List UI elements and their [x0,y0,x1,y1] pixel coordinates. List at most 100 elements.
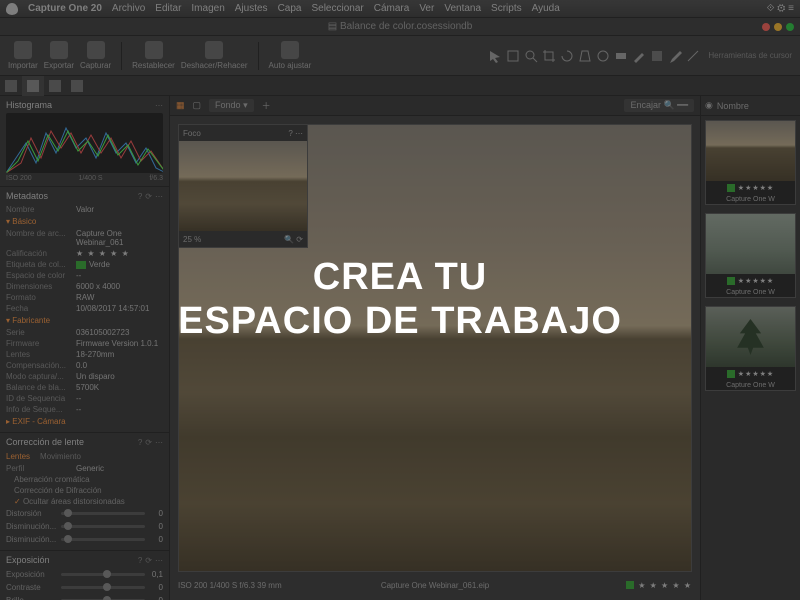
meta-row: Modo captura/...Un disparo [6,371,163,382]
thumb-1[interactable]: ★★★★★ Capture One W [705,120,796,205]
restore-button[interactable]: Restablecer [132,41,175,70]
lens-profile-select[interactable]: Generic [76,464,163,473]
menu-archivo[interactable]: Archivo [112,3,145,14]
undo-redo-button[interactable]: Deshacer/Rehacer [181,41,248,70]
lens-tab-lentes[interactable]: Lentes [6,452,30,461]
menu-seleccionar[interactable]: Seleccionar [311,3,363,14]
thumb-3[interactable]: ★★★★★ Capture One W [705,306,796,391]
single-view-icon[interactable]: ▢ [193,100,202,111]
meta-row: FormatoRAW [6,292,163,303]
check-chromatic[interactable]: Aberración cromática [6,474,163,485]
image-filename: Capture One Webinar_061.eip [381,581,489,590]
annotation-icon[interactable] [686,49,700,63]
lens-title: Corrección de lente [6,437,84,447]
meta-row: Calificación★ ★ ★ ★ ★ [6,248,163,259]
window-titlebar: ▤ Balance de color.cosessiondb [0,18,800,36]
crop-icon[interactable] [542,49,556,63]
main-toolbar: Importar Exportar Capturar Restablecer D… [0,36,800,76]
color-tag-icon[interactable] [626,581,634,589]
focus-actions[interactable]: ? ⋯ [288,129,303,138]
swatch-icon [49,80,61,92]
image-shoot-info: ISO 200 1/400 S f/6.3 39 mm [178,581,282,590]
histogram-chart [6,113,163,173]
focus-zoom-controls[interactable]: 🔍 ⟳ [284,235,303,244]
brush-icon[interactable] [632,49,646,63]
keystone-icon[interactable] [578,49,592,63]
slider-Disminución...[interactable]: Disminución...0 [6,533,163,546]
slider-Disminución...[interactable]: Disminución...0 [6,520,163,533]
thumb-2[interactable]: ★★★★★ Capture One W [705,213,796,298]
menu-ajustes[interactable]: Ajustes [235,3,268,14]
menu-editar[interactable]: Editar [155,3,181,14]
cursor-tools: Herramientas de cursor [488,49,792,63]
focus-panel[interactable]: Foco? ⋯ 25 %🔍 ⟳ [178,124,308,248]
menu-ventana[interactable]: Ventana [444,3,481,14]
slider-Brillo[interactable]: Brillo0 [6,594,163,600]
tab-library[interactable] [0,76,22,96]
window-title: Balance de color.cosessiondb [340,21,472,32]
browser-panel: ◉ Nombre ★★★★★ Capture One W ★★★★★ Captu… [700,96,800,600]
focus-title: Foco [183,129,201,138]
background-select[interactable]: Fondo ▾ [209,99,254,112]
menu-ver[interactable]: Ver [419,3,434,14]
exif-header[interactable]: ▸ EXIF - Cámara [6,415,163,428]
slider-Contraste[interactable]: Contraste0 [6,581,163,594]
maker-header[interactable]: ▾ Fabricante [6,314,163,327]
check-hide-distorted[interactable]: Ocultar áreas distorsionadas [6,496,163,507]
meta-row: FirmwareFirmware Version 1.0.1 [6,338,163,349]
lens-tab-movimiento[interactable]: Movimiento [40,452,81,461]
viewer-toolbar: ▦ ▢ Fondo ▾ ＋ Encajar 🔍 ━━ [170,96,700,116]
menu-camara[interactable]: Cámara [374,3,410,14]
app-name[interactable]: Capture One 20 [28,3,102,14]
menu-scripts[interactable]: Scripts [491,3,522,14]
grid-view-icon[interactable]: ▦ [176,100,185,111]
fit-select[interactable]: Encajar 🔍 ━━ [624,99,694,112]
menu-imagen[interactable]: Imagen [191,3,224,14]
tab-exposure[interactable] [66,76,88,96]
apple-icon [6,3,18,15]
import-button[interactable]: Importar [8,41,38,70]
mask-icon[interactable] [614,49,628,63]
meta-row: Etiqueta de col...Verde [6,259,163,270]
tab-lens[interactable] [22,76,44,96]
cursor-tools-label: Herramientas de cursor [708,51,792,60]
meta-row: Fecha10/08/2017 14:57:01 [6,303,163,314]
basic-header[interactable]: ▾ Básico [6,215,163,228]
rotate-icon[interactable] [560,49,574,63]
export-button[interactable]: Exportar [44,41,74,70]
meta-row: Lentes18-270mm [6,349,163,360]
sort-label[interactable]: Nombre [717,101,749,111]
menu-capa[interactable]: Capa [278,3,302,14]
meta-row: Espacio de color-- [6,270,163,281]
gradient-icon[interactable] [650,49,664,63]
eye-icon[interactable]: ◉ [705,100,713,111]
traffic-lights[interactable] [762,23,794,31]
thumb-image [706,121,795,181]
import-icon [14,41,32,59]
menu-ayuda[interactable]: Ayuda [532,3,560,14]
focus-image[interactable] [179,141,307,231]
exposure-section: Exposición?⟳⋯ Exposición0,1Contraste0Bri… [0,551,169,600]
slider-Exposición[interactable]: Exposición0,1 [6,568,163,581]
zoom-icon[interactable] [524,49,538,63]
capture-button[interactable]: Capturar [80,41,111,70]
add-icon[interactable]: ＋ [262,99,271,112]
pointer-icon[interactable] [488,49,502,63]
histo-shutter: 1/400 S [78,175,102,182]
auto-adjust-button[interactable]: Auto ajustar [269,41,312,70]
lens-correction-section: Corrección de lente?⟳⋯ Lentes Movimiento… [0,433,169,551]
histo-iso: ISO 200 [6,175,32,182]
thumb-image [706,214,795,274]
eyedropper-icon[interactable] [668,49,682,63]
camera-icon [87,41,105,59]
section-actions[interactable]: ⋯ [155,101,163,110]
tab-color[interactable] [44,76,66,96]
histogram-title: Histograma [6,100,52,110]
slider-Distorsión[interactable]: Distorsión0 [6,507,163,520]
rating-stars[interactable]: ★ ★ ★ ★ ★ [638,581,692,590]
spot-icon[interactable] [596,49,610,63]
check-diffraction[interactable]: Corrección de Difracción [6,485,163,496]
meta-row: Compensación...0.0 [6,360,163,371]
sun-icon [71,80,83,92]
hand-icon[interactable] [506,49,520,63]
